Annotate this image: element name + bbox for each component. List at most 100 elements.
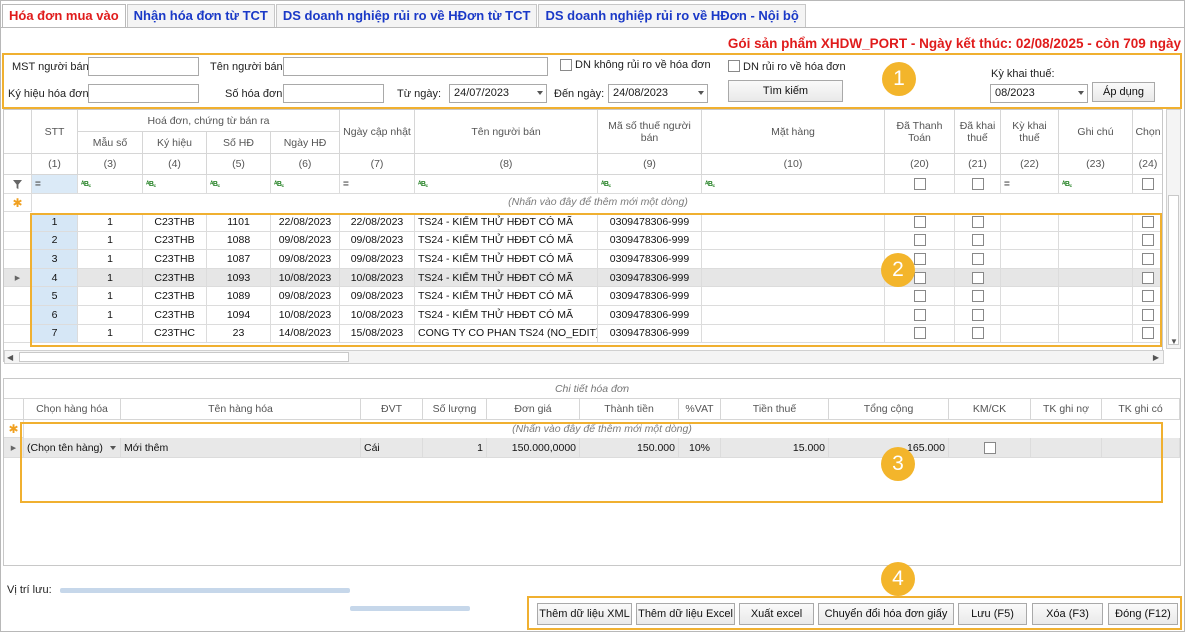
row-indicator[interactable] bbox=[4, 324, 32, 344]
chevron-down-icon bbox=[1078, 91, 1084, 95]
filter-ky-hieu[interactable]: ᴬB꜀ bbox=[143, 175, 207, 194]
tab-nhan-hoa-don-tct[interactable]: Nhận hóa đơn từ TCT bbox=[126, 4, 275, 28]
row-indicator[interactable] bbox=[4, 250, 32, 269]
row-indicator[interactable]: ▶ bbox=[4, 268, 32, 288]
row-indicator[interactable] bbox=[4, 287, 32, 306]
convert-paper-invoice-button[interactable]: Chuyển đổi hóa đơn giấy bbox=[818, 603, 954, 625]
dcol-chon-hang[interactable]: Chọn hàng hóa bbox=[24, 399, 121, 420]
tax-period-label: Kỳ khai thuế: bbox=[991, 68, 1055, 80]
colnum-chon: (24) bbox=[1133, 154, 1162, 175]
col-ghi-chu[interactable]: Ghi chú bbox=[1059, 110, 1133, 154]
add-row-hint[interactable]: (Nhấn vào đây để thêm mới một dòng) bbox=[32, 196, 1162, 208]
dn-rui-ro-checkbox[interactable] bbox=[728, 60, 740, 72]
dcol-don-gia[interactable]: Đơn giá bbox=[487, 399, 580, 420]
tax-period-select[interactable]: 08/2023 bbox=[990, 84, 1088, 103]
row-indicator[interactable] bbox=[4, 306, 32, 325]
dcol-dvt[interactable]: ĐVT bbox=[361, 399, 423, 420]
filter-da-thanh-toan[interactable] bbox=[885, 175, 955, 194]
mst-label: MST người bán: bbox=[12, 61, 92, 73]
col-so-hd[interactable]: Số HĐ bbox=[207, 132, 271, 154]
dcol-tien-thue[interactable]: Tiền thuế bbox=[721, 399, 829, 420]
dcol-tong-cong[interactable]: Tổng cộng bbox=[829, 399, 949, 420]
col-ky-hieu[interactable]: Ký hiệu bbox=[143, 132, 207, 154]
dcol-vat[interactable]: %VAT bbox=[679, 399, 721, 420]
row-indicator-header bbox=[4, 110, 32, 154]
scroll-down-icon[interactable]: ▼ bbox=[1170, 337, 1178, 346]
search-button[interactable]: Tìm kiếm bbox=[728, 80, 843, 102]
to-date-picker[interactable]: 24/08/2023 bbox=[608, 84, 708, 103]
invoice-symbol-label: Ký hiệu hóa đơn: bbox=[8, 88, 92, 100]
filter-da-khai-thue[interactable] bbox=[955, 175, 1001, 194]
product-info: Gói sản phẩm XHDW_PORT - Ngày kết thúc: … bbox=[727, 36, 1181, 51]
colnum-da-thanh-toan: (20) bbox=[885, 154, 955, 175]
invoice-symbol-input[interactable] bbox=[88, 84, 199, 103]
from-date-label: Từ ngày: bbox=[397, 88, 442, 100]
filter-ky-khai-thue[interactable]: = bbox=[1001, 175, 1059, 194]
storage-location-link[interactable] bbox=[350, 606, 470, 611]
filter-chon[interactable] bbox=[1133, 175, 1162, 194]
col-mau-so[interactable]: Mẫu số bbox=[78, 132, 143, 154]
seller-name-input[interactable] bbox=[283, 57, 548, 76]
apply-button[interactable]: Áp dụng bbox=[1092, 82, 1155, 102]
callout-badge-4: 4 bbox=[881, 562, 915, 596]
col-ten-nguoi-ban[interactable]: Tên người bán bbox=[415, 110, 598, 154]
tab-ds-dn-rui-ro-tct[interactable]: DS doanh nghiệp rủi ro về HĐơn từ TCT bbox=[275, 4, 538, 28]
filter-ngay-hd[interactable]: ᴬB꜀ bbox=[271, 175, 340, 194]
tab-ds-dn-rui-ro-noi-bo[interactable]: DS doanh nghiệp rủi ro về HĐơn - Nội bộ bbox=[538, 4, 806, 28]
filter-ngay-cap-nhat[interactable]: = bbox=[340, 175, 415, 194]
colnum-stt: (1) bbox=[32, 154, 78, 175]
add-excel-button[interactable]: Thêm dữ liệu Excel bbox=[636, 603, 735, 625]
storage-location-label: Vị trí lưu: bbox=[7, 584, 52, 596]
add-xml-button[interactable]: Thêm dữ liệu XML bbox=[537, 603, 632, 625]
close-button[interactable]: Đóng (F12) bbox=[1108, 603, 1178, 625]
col-mst-nguoi-ban[interactable]: Mã số thuế người bán bbox=[598, 110, 702, 154]
grid-vertical-scrollbar[interactable]: ▼ bbox=[1166, 109, 1181, 349]
col-da-thanh-toan[interactable]: Đã Thanh Toán bbox=[885, 110, 955, 154]
col-ky-khai-thue[interactable]: Kỳ khai thuế bbox=[1001, 110, 1059, 154]
mst-input[interactable] bbox=[88, 57, 199, 76]
from-date-picker[interactable]: 24/07/2023 bbox=[449, 84, 547, 103]
invoice-number-label: Số hóa đơn: bbox=[225, 88, 286, 100]
dcol-tk-no[interactable]: TK ghi nợ bbox=[1031, 399, 1102, 420]
dn-khong-rui-ro-checkbox[interactable] bbox=[560, 59, 572, 71]
filter-so-hd[interactable]: ᴬB꜀ bbox=[207, 175, 271, 194]
tab-hoa-don-mua-vao[interactable]: Hóa đơn mua vào bbox=[2, 4, 126, 28]
dcol-km-ck[interactable]: KM/CK bbox=[949, 399, 1031, 420]
col-stt[interactable]: STT bbox=[32, 110, 78, 154]
detail-highlight bbox=[20, 422, 1163, 503]
dcol-so-luong[interactable]: Số lượng bbox=[423, 399, 487, 420]
dcol-ten-hang[interactable]: Tên hàng hóa bbox=[121, 399, 361, 420]
filter-mat-hang[interactable]: ᴬB꜀ bbox=[702, 175, 885, 194]
filter-stt[interactable]: = bbox=[32, 175, 78, 194]
storage-location-path[interactable] bbox=[60, 588, 350, 593]
grid-rows-highlight bbox=[30, 213, 1162, 347]
scroll-thumb[interactable] bbox=[19, 352, 349, 362]
filter-mau-so[interactable]: ᴬB꜀ bbox=[78, 175, 143, 194]
row-indicator[interactable] bbox=[4, 213, 32, 232]
filter-ghi-chu[interactable]: ᴬB꜀ bbox=[1059, 175, 1133, 194]
filter-mst[interactable]: ᴬB꜀ bbox=[598, 175, 702, 194]
col-mat-hang[interactable]: Mặt hàng bbox=[702, 110, 885, 154]
scroll-right-icon[interactable]: ▶ bbox=[1153, 353, 1159, 362]
delete-button[interactable]: Xóa (F3) bbox=[1032, 603, 1103, 625]
vscroll-thumb[interactable] bbox=[1168, 195, 1179, 345]
colnum-ngay-hd: (6) bbox=[271, 154, 340, 175]
export-excel-button[interactable]: Xuất excel bbox=[739, 603, 814, 625]
scroll-left-icon[interactable]: ◀ bbox=[7, 353, 13, 362]
filter-row-icon[interactable] bbox=[4, 175, 32, 194]
row-indicator[interactable] bbox=[4, 231, 32, 251]
dcol-thanh-tien[interactable]: Thành tiền bbox=[580, 399, 679, 420]
col-ngay-cap-nhat[interactable]: Ngày cập nhật bbox=[340, 110, 415, 154]
col-da-khai-thue[interactable]: Đã khai thuế bbox=[955, 110, 1001, 154]
colnum-so-hd: (5) bbox=[207, 154, 271, 175]
chevron-down-icon bbox=[698, 91, 704, 95]
invoice-number-input[interactable] bbox=[283, 84, 384, 103]
col-ngay-hd[interactable]: Ngày HĐ bbox=[271, 132, 340, 154]
grid-horizontal-scrollbar[interactable]: ◀ ▶ bbox=[4, 350, 1164, 364]
filter-ten-nguoi-ban[interactable]: ᴬB꜀ bbox=[415, 175, 598, 194]
colnum-mau-so: (3) bbox=[78, 154, 143, 175]
dcol-tk-co[interactable]: TK ghi có bbox=[1102, 399, 1180, 420]
col-chon[interactable]: Chọn bbox=[1133, 110, 1162, 154]
save-button[interactable]: Lưu (F5) bbox=[958, 603, 1027, 625]
dn-khong-rui-ro-label: DN không rủi ro về hóa đơn bbox=[575, 59, 711, 71]
